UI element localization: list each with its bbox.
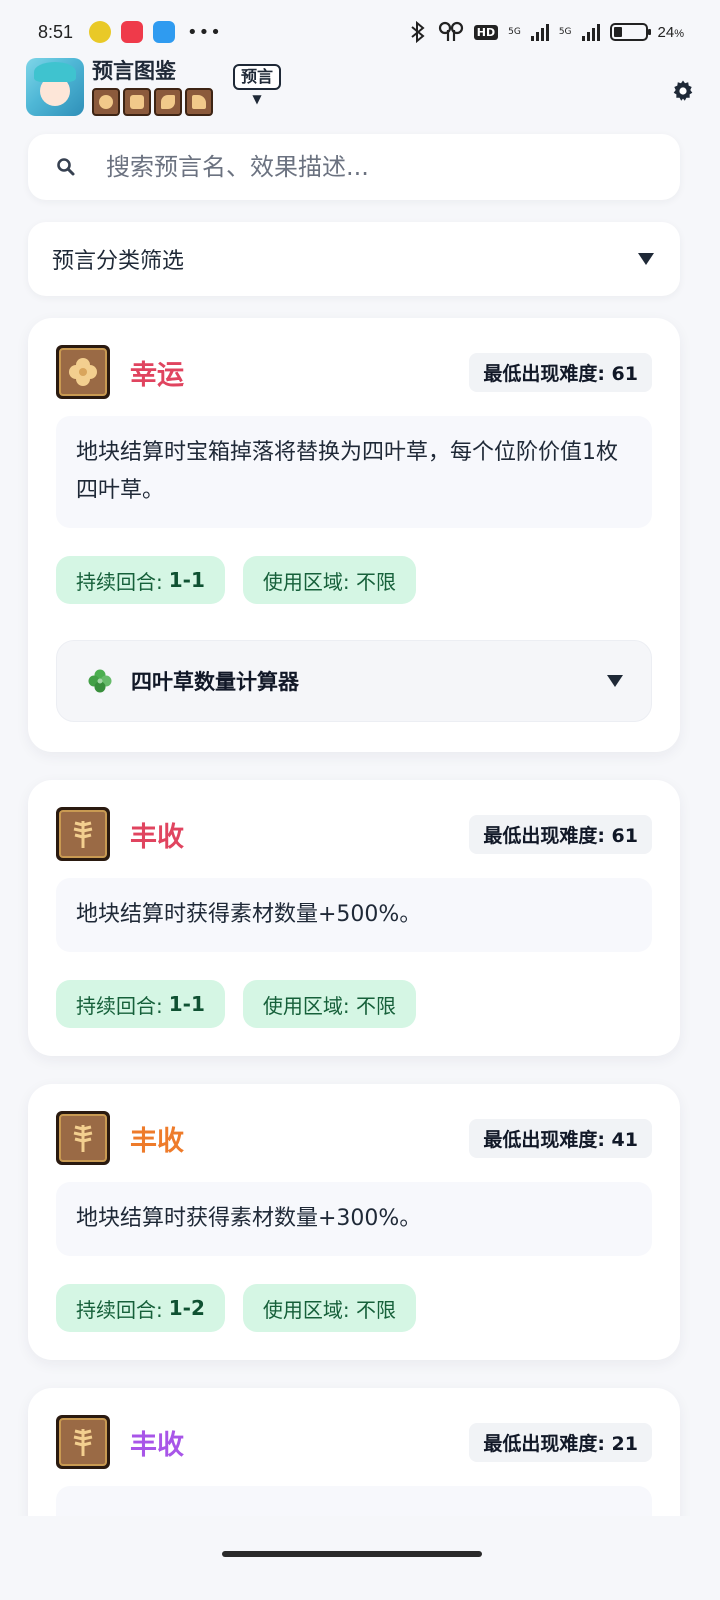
wheat-icon (56, 1111, 110, 1165)
area-tag: 使用区域: 不限 (242, 980, 416, 1028)
gear-icon (673, 80, 693, 101)
chevron-down-icon (607, 675, 623, 687)
difficulty-badge: 最低出现难度: 21 (469, 1422, 652, 1462)
difficulty-badge: 最低出现难度: 61 (469, 814, 652, 854)
notification-app-icon (89, 21, 112, 43)
prophecy-name: 幸运 (130, 359, 184, 391)
hd-voice-badge: HD (473, 24, 499, 40)
clover-icon (56, 345, 110, 399)
tag-row: 持续回合: 1-2 使用区域: 不限 (56, 1284, 652, 1332)
prophecy-card: 丰收 最低出现难度: 61 地块结算时获得素材数量+500%。 持续回合: 1-1… (28, 780, 680, 1056)
tag-row: 持续回合: 1-1 使用区域: 不限 (56, 980, 652, 1028)
bluetooth-icon (411, 21, 425, 43)
clover-calculator-toggle[interactable]: 四叶草数量计算器 (56, 640, 652, 722)
prophecy-name: 丰收 (130, 821, 184, 853)
signal-icon (530, 23, 549, 41)
filter-label: 预言分类筛选 (52, 249, 185, 274)
tag-row: 持续回合: 1-1 使用区域: 不限 (56, 556, 652, 604)
signal-icon (581, 23, 600, 41)
settings-button[interactable] (668, 76, 698, 106)
prophecy-description: 地块结算时宝箱掉落将替换为四叶草，每个位阶价值1枚四叶草。 (56, 416, 652, 528)
battery-icon (609, 23, 651, 41)
prophecy-name: 丰收 (130, 1429, 184, 1461)
app-header: 预言图鉴 预言 ▼ (26, 58, 698, 120)
category-filter[interactable]: 预言分类筛选 (28, 222, 680, 296)
chevron-down-icon (638, 253, 654, 265)
bottom-area (0, 1516, 720, 1600)
status-time: 8:51 (38, 21, 74, 42)
card-header: 丰收 最低出现难度: 41 (56, 1110, 652, 1166)
earbuds-icon (438, 21, 463, 41)
bird-icon[interactable] (154, 88, 182, 116)
difficulty-badge: 最低出现难度: 41 (469, 1118, 652, 1158)
status-bar: 8:51 ••• HD 5G 5G 24% (0, 0, 720, 64)
mode-select[interactable]: 预言 ▼ (233, 64, 282, 106)
network-type: 5G (558, 27, 572, 37)
mode-badge[interactable]: 预言 (233, 64, 282, 90)
card-header: 丰收 最低出现难度: 21 (56, 1414, 652, 1470)
home-indicator[interactable] (222, 1551, 482, 1557)
prophecy-card: 幸运 最低出现难度: 61 地块结算时宝箱掉落将替换为四叶草，每个位阶价值1枚四… (28, 318, 680, 752)
title-column: 预言图鉴 (92, 58, 213, 116)
avatar[interactable] (26, 58, 84, 116)
thumb-icon[interactable] (185, 88, 213, 116)
difficulty-badge: 最低出现难度: 61 (469, 352, 652, 392)
chevron-down-icon: ▼ (252, 92, 262, 106)
prophecy-card: 丰收 最低出现难度: 41 地块结算时获得素材数量+300%。 持续回合: 1-2… (28, 1084, 680, 1360)
network-type: 5G (508, 27, 521, 37)
status-left: 8:51 ••• (38, 21, 222, 43)
battery-level: 24% (657, 23, 684, 41)
notification-app-icon (153, 21, 176, 43)
wheat-icon (56, 1415, 110, 1469)
category-icons (92, 88, 213, 116)
duration-tag: 持续回合: 1-2 (56, 1284, 225, 1332)
search-icon (57, 158, 75, 176)
prophecy-description: 地块结算时获得素材数量+500%。 (56, 878, 652, 952)
page-title: 预言图鉴 (92, 59, 176, 83)
book-icon[interactable] (123, 88, 151, 116)
more-notifications-icon: ••• (187, 21, 222, 43)
four-leaf-clover-icon (88, 669, 112, 693)
status-right: HD 5G 5G 24% (408, 21, 684, 43)
prophecy-description: 地块结算时获得素材数量+300%。 (56, 1182, 652, 1256)
area-tag: 使用区域: 不限 (242, 556, 416, 604)
search-bar[interactable] (28, 134, 680, 200)
prophecy-name: 丰收 (130, 1125, 184, 1157)
card-header: 幸运 最低出现难度: 61 (56, 344, 652, 400)
search-input[interactable] (106, 153, 626, 181)
duration-tag: 持续回合: 1-1 (56, 556, 225, 604)
wheat-icon (56, 807, 110, 861)
calculator-label: 四叶草数量计算器 (131, 670, 299, 694)
clover-icon[interactable] (92, 88, 120, 116)
card-header: 丰收 最低出现难度: 61 (56, 806, 652, 862)
notification-app-icon (121, 21, 144, 43)
duration-tag: 持续回合: 1-1 (56, 980, 225, 1028)
area-tag: 使用区域: 不限 (242, 1284, 416, 1332)
